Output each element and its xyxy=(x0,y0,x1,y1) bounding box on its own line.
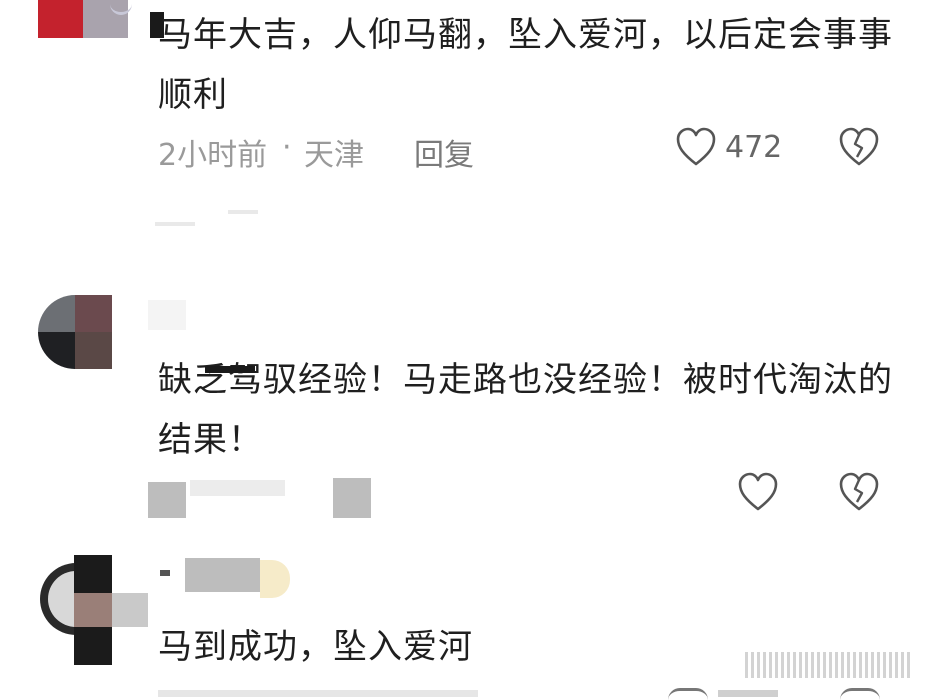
redacted-fragment xyxy=(228,210,258,214)
redacted-fragment xyxy=(155,222,195,226)
like-button[interactable] xyxy=(668,688,708,700)
like-button[interactable] xyxy=(675,127,717,167)
comment-location: 天津 xyxy=(304,138,364,173)
heart-outline-icon xyxy=(676,127,716,166)
meta-separator: · xyxy=(282,130,292,165)
dislike-button[interactable] xyxy=(838,127,880,167)
reply-button[interactable]: 回复 xyxy=(414,130,474,174)
redacted-fragment xyxy=(158,690,478,697)
username-redacted xyxy=(185,558,260,592)
redacted-fragment xyxy=(190,480,285,496)
username-redacted xyxy=(160,570,170,576)
dislike-button[interactable] xyxy=(840,688,880,700)
redacted-fragment xyxy=(333,478,371,518)
broken-heart-icon xyxy=(839,127,879,166)
avatar[interactable] xyxy=(40,555,150,665)
username-redacted xyxy=(148,300,186,330)
user-badge xyxy=(260,560,290,598)
dislike-button[interactable] xyxy=(838,472,880,512)
heart-outline-icon xyxy=(738,472,778,511)
comment-time: 2小时前 xyxy=(158,138,268,173)
like-count xyxy=(718,690,778,697)
watermark xyxy=(745,652,910,678)
like-button[interactable] xyxy=(737,472,779,512)
comment-text: 马年大吉，人仰马翻，坠入爱河，以后定会事事顺利 xyxy=(158,15,893,115)
redacted-fragment xyxy=(205,366,255,373)
like-count: 472 xyxy=(725,130,783,165)
avatar[interactable] xyxy=(38,295,112,369)
broken-heart-icon xyxy=(839,472,879,511)
comment-text: 缺乏驾驭经验！马走路也没经验！被时代淘汰的结果！ xyxy=(158,360,893,460)
redacted-fragment xyxy=(148,482,186,518)
